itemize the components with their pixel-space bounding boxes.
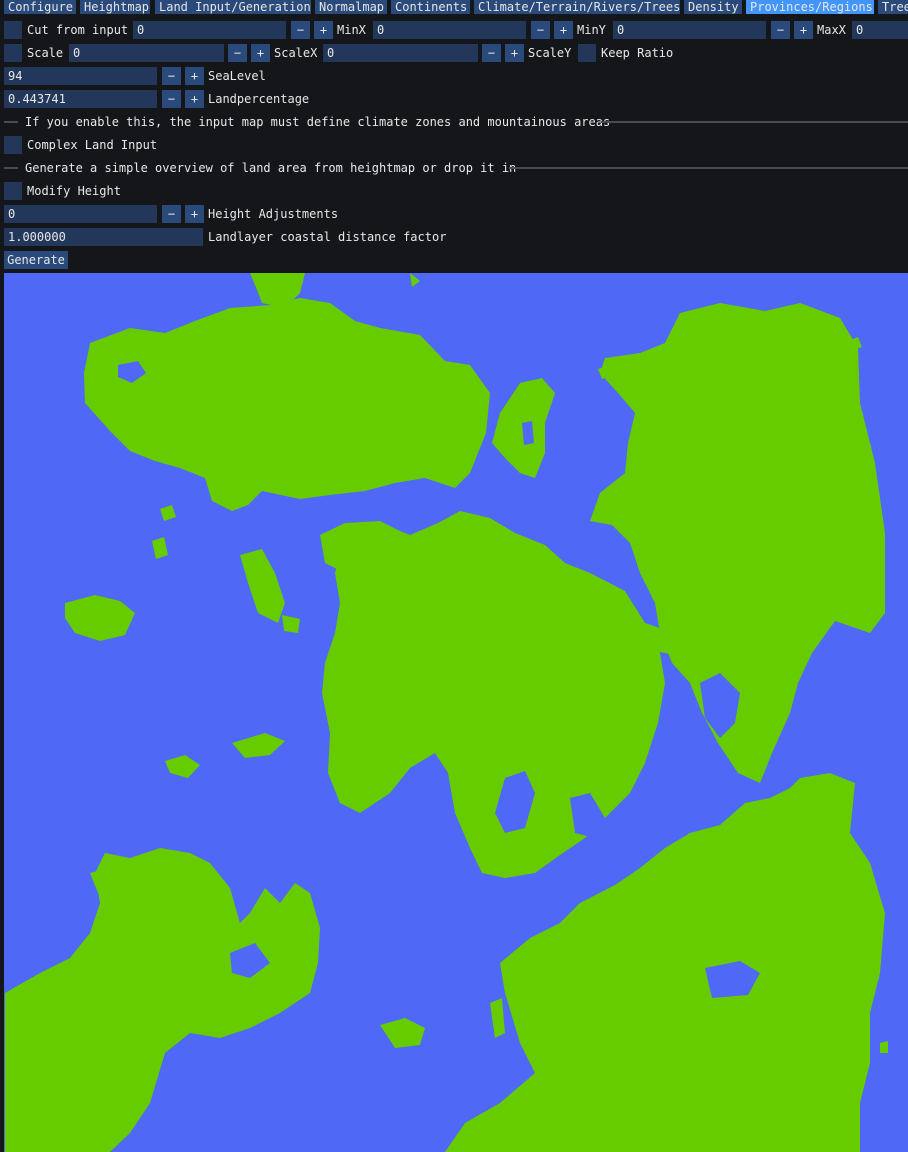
- complex-land-input-label: Complex Land Input: [27, 138, 158, 152]
- tab-heightmap[interactable]: Heightmap: [80, 0, 150, 14]
- maxx-field[interactable]: 0: [852, 21, 908, 39]
- cut-from-input-checkbox[interactable]: [4, 21, 22, 39]
- miny-minus-button[interactable]: −: [771, 21, 790, 39]
- scalex-minus-button[interactable]: −: [482, 44, 501, 62]
- separator-line: [4, 121, 18, 123]
- tab-normalmap[interactable]: Normalmap: [315, 0, 387, 14]
- cut-minus-button[interactable]: −: [291, 21, 310, 39]
- scalex-field[interactable]: 0: [323, 44, 478, 62]
- tab-continents[interactable]: Continents: [391, 0, 470, 14]
- keep-ratio-label: Keep Ratio: [601, 46, 674, 60]
- tab-bar: Configure Heightmap Land Input/Generatio…: [0, 0, 908, 16]
- scaley-label: ScaleY: [528, 46, 572, 60]
- landpercentage-label: Landpercentage: [208, 92, 310, 106]
- scale-field[interactable]: 0: [69, 44, 224, 62]
- landpercentage-plus-button[interactable]: +: [185, 90, 204, 108]
- separator-text-overview: Generate a simple overview of land area …: [25, 161, 517, 175]
- minx-minus-button[interactable]: −: [531, 21, 550, 39]
- minx-plus-button[interactable]: +: [554, 21, 573, 39]
- height-adjustments-plus-button[interactable]: +: [185, 205, 204, 223]
- cut-from-input-field[interactable]: 0: [133, 21, 286, 39]
- coastal-distance-factor-field[interactable]: 1.000000: [4, 228, 203, 246]
- separator-line: [601, 121, 908, 123]
- miny-label: MinY: [577, 23, 606, 37]
- scale-minus-button[interactable]: −: [228, 44, 247, 62]
- height-adjustments-minus-button[interactable]: −: [162, 205, 181, 223]
- complex-land-input-checkbox[interactable]: [4, 136, 22, 154]
- height-adjustments-label: Height Adjustments: [208, 207, 339, 221]
- sealevel-plus-button[interactable]: +: [185, 67, 204, 85]
- scale-label: Scale: [27, 46, 64, 60]
- modify-height-label: Modify Height: [27, 184, 121, 198]
- tab-trees[interactable]: Trees: [878, 0, 908, 14]
- scale-plus-button[interactable]: +: [251, 44, 270, 62]
- generate-button[interactable]: Generate: [4, 251, 68, 269]
- land-map-preview: [0, 273, 908, 1152]
- scalex-plus-button[interactable]: +: [505, 44, 524, 62]
- modify-height-checkbox[interactable]: [4, 182, 22, 200]
- landpercentage-minus-button[interactable]: −: [162, 90, 181, 108]
- tab-land-input-generation[interactable]: Land Input/Generation: [155, 0, 311, 14]
- tab-provinces-regions[interactable]: Provinces/Regions: [746, 0, 874, 14]
- separator-line: [4, 167, 18, 169]
- scalex-label: ScaleX: [274, 46, 318, 60]
- tab-climate-terrain-rivers-trees[interactable]: Climate/Terrain/Rivers/Trees: [474, 0, 680, 14]
- sealevel-minus-button[interactable]: −: [162, 67, 181, 85]
- sealevel-label: SeaLevel: [208, 69, 266, 83]
- scale-checkbox[interactable]: [4, 44, 22, 62]
- sealevel-field[interactable]: 94: [4, 67, 157, 85]
- miny-plus-button[interactable]: +: [794, 21, 813, 39]
- separator-line: [509, 167, 908, 169]
- tab-configure[interactable]: Configure: [4, 0, 76, 14]
- keep-ratio-checkbox[interactable]: [578, 44, 596, 62]
- separator-text-climate: If you enable this, the input map must d…: [25, 115, 611, 129]
- maxx-label: MaxX: [817, 23, 846, 37]
- miny-field[interactable]: 0: [613, 21, 766, 39]
- coastal-distance-factor-label: Landlayer coastal distance factor: [208, 230, 447, 244]
- landpercentage-field[interactable]: 0.443741: [4, 90, 157, 108]
- minx-label: MinX: [337, 23, 366, 37]
- height-adjustments-field[interactable]: 0: [4, 205, 157, 223]
- cut-from-input-label: Cut from input: [27, 23, 129, 37]
- minx-field[interactable]: 0: [373, 21, 526, 39]
- tab-density[interactable]: Density: [684, 0, 742, 14]
- cut-plus-button[interactable]: +: [314, 21, 333, 39]
